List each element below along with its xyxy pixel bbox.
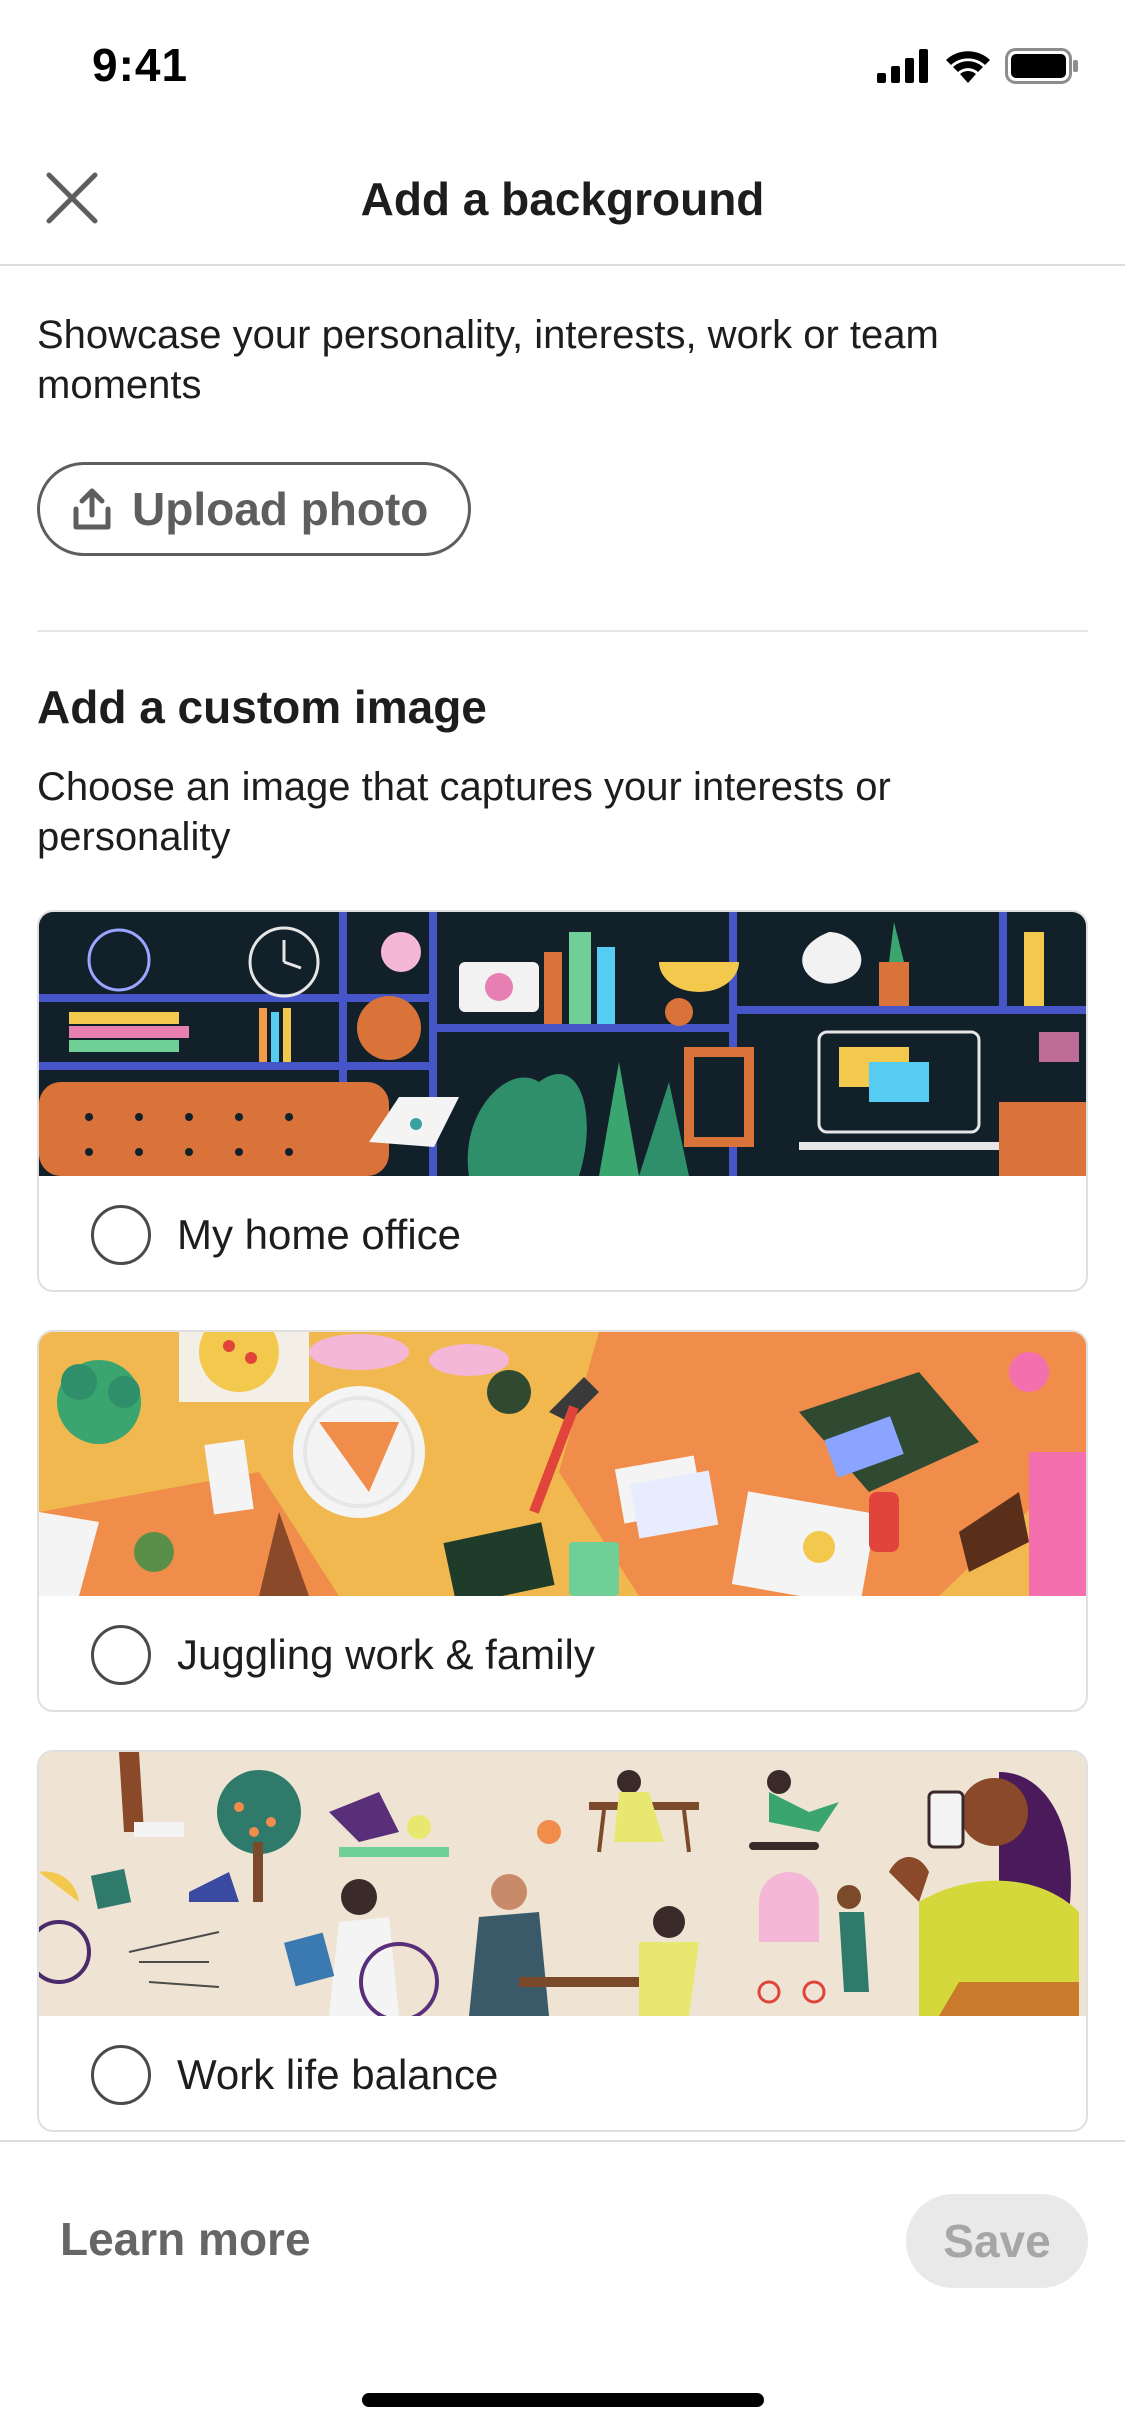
work-family-illustration xyxy=(39,1332,1086,1596)
work-life-balance-label: Work life balance xyxy=(177,2051,499,2098)
upload-photo-button[interactable]: Upload photo xyxy=(37,462,471,556)
background-option-work-family[interactable]: Juggling work & family xyxy=(37,1330,1088,1712)
save-button[interactable]: Save xyxy=(906,2194,1088,2288)
intro-text: Showcase your personality, interests, wo… xyxy=(37,313,939,407)
divider xyxy=(37,630,1088,632)
work-life-balance-row[interactable]: Work life balance xyxy=(39,2016,1086,2130)
work-family-radio[interactable] xyxy=(91,1625,151,1685)
work-life-balance-radio[interactable] xyxy=(91,2045,151,2105)
footer: Learn more Save xyxy=(0,2140,1125,2436)
section-title: Add a custom image xyxy=(37,681,487,733)
screen: 9:41 Add a background Showcase your pers… xyxy=(0,0,1125,2436)
status-time: 9:41 xyxy=(92,39,189,91)
upload-icon xyxy=(73,488,111,530)
cellular-signal-icon xyxy=(877,49,928,83)
background-option-work-life-balance[interactable]: Work life balance xyxy=(37,1750,1088,2132)
learn-more-link[interactable]: Learn more xyxy=(60,2212,311,2266)
work-family-label: Juggling work & family xyxy=(177,1631,595,1678)
work-family-row[interactable]: Juggling work & family xyxy=(39,1596,1086,1710)
home-office-radio[interactable] xyxy=(91,1205,151,1265)
work-life-balance-illustration xyxy=(39,1752,1086,2016)
wifi-icon xyxy=(946,51,990,83)
home-office-illustration xyxy=(39,912,1086,1176)
page-title: Add a background xyxy=(360,173,765,225)
home-office-label: My home office xyxy=(177,1211,462,1258)
background-option-home-office[interactable]: My home office xyxy=(37,910,1088,1292)
header: Add a background xyxy=(0,132,1125,266)
upload-photo-label: Upload photo xyxy=(132,483,429,535)
home-indicator[interactable] xyxy=(362,2393,764,2407)
status-icons xyxy=(877,48,1079,84)
battery-icon xyxy=(1005,48,1078,84)
home-office-row[interactable]: My home office xyxy=(39,1176,1086,1290)
status-bar: 9:41 xyxy=(0,0,1125,132)
section-subtitle: Choose an image that captures your inter… xyxy=(37,765,891,859)
